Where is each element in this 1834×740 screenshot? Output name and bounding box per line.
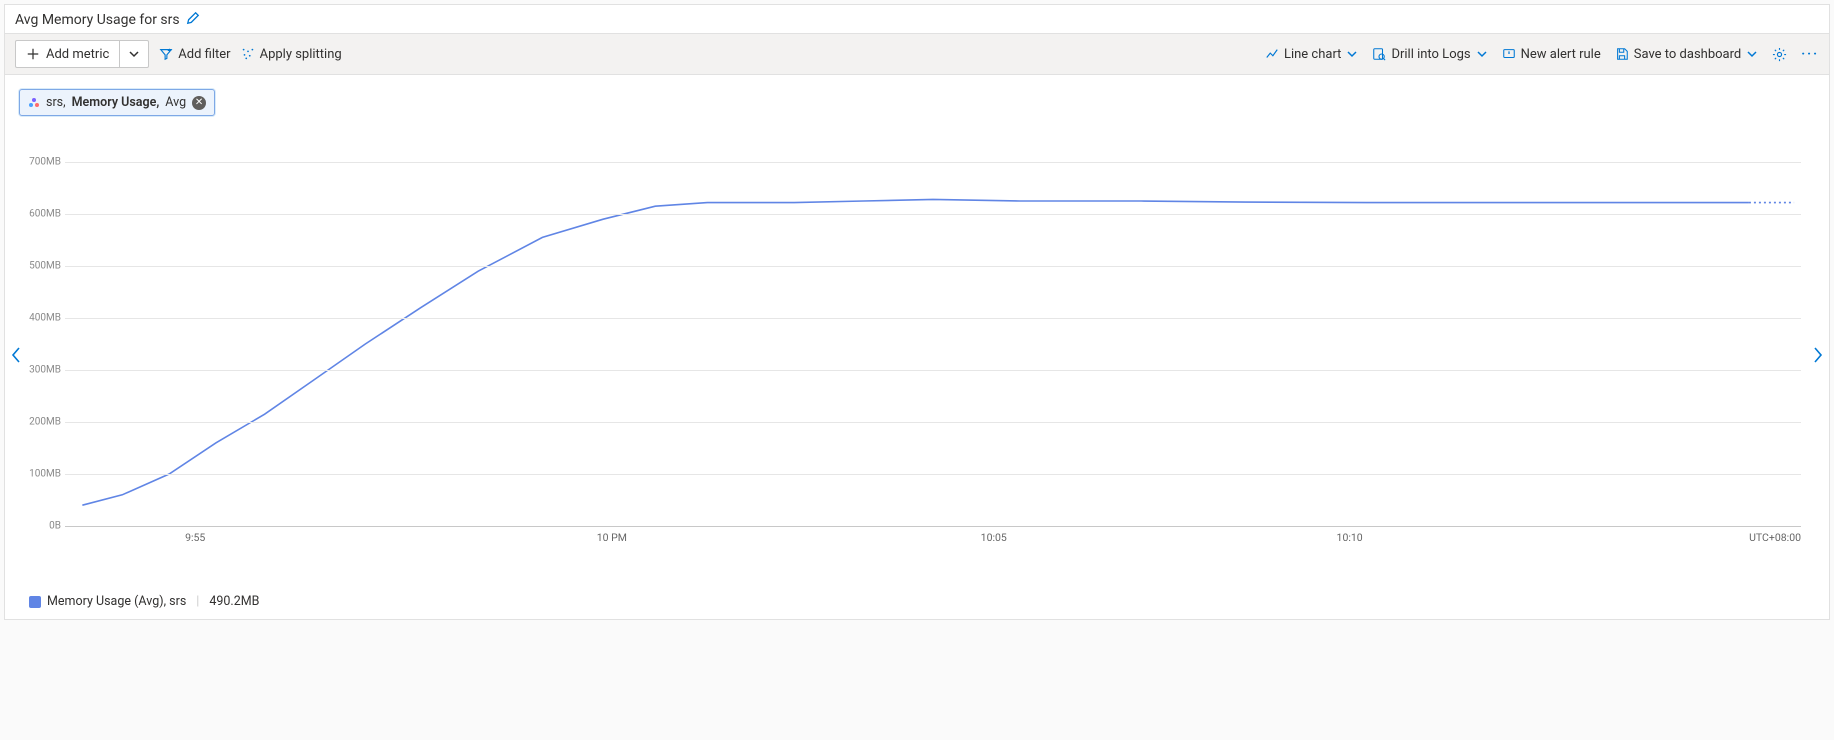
legend-value: 490.2MB	[209, 594, 259, 609]
gridline	[65, 162, 1801, 163]
resource-icon	[28, 97, 40, 109]
metric-pill-row: srs, Memory Usage, Avg ✕	[5, 75, 1829, 116]
gridline	[65, 422, 1801, 423]
gridline	[65, 214, 1801, 215]
scroll-left-button[interactable]	[7, 345, 25, 365]
save-dashboard-dropdown[interactable]: Save to dashboard	[1615, 47, 1758, 62]
y-tick-label: 0B	[25, 521, 61, 532]
pill-metric: Memory Usage,	[72, 95, 160, 110]
remove-pill-icon[interactable]: ✕	[192, 96, 206, 110]
y-tick-label: 200MB	[25, 417, 61, 428]
line-chart-icon	[1265, 47, 1279, 61]
add-filter-label: Add filter	[178, 47, 230, 62]
drill-logs-label: Drill into Logs	[1391, 47, 1470, 62]
pill-resource: srs,	[46, 95, 66, 110]
plot: 0B100MB200MB300MB400MB500MB600MB700MB UT…	[25, 136, 1801, 584]
plus-icon	[26, 47, 40, 61]
apply-splitting-label: Apply splitting	[260, 47, 342, 62]
y-tick-label: 400MB	[25, 313, 61, 324]
logs-icon	[1372, 47, 1386, 61]
save-dashboard-label: Save to dashboard	[1634, 47, 1741, 62]
legend: Memory Usage (Avg), srs | 490.2MB	[5, 594, 1829, 619]
toolbar: Add metric Add filter Apply splitting Li…	[5, 33, 1829, 75]
alert-icon	[1502, 47, 1516, 61]
x-tick-label: 10:10	[1337, 531, 1363, 544]
gridline	[65, 318, 1801, 319]
save-icon	[1615, 47, 1629, 61]
x-tick-label: 10:05	[981, 531, 1007, 544]
grid-area: 0B100MB200MB300MB400MB500MB600MB700MB	[65, 136, 1801, 526]
chart-area: 0B100MB200MB300MB400MB500MB600MB700MB UT…	[5, 116, 1829, 594]
filter-icon	[159, 47, 173, 61]
add-metric-button[interactable]: Add metric	[15, 40, 149, 68]
x-tick-label: 10 PM	[597, 531, 627, 544]
gridline	[65, 370, 1801, 371]
drill-logs-dropdown[interactable]: Drill into Logs	[1372, 47, 1487, 62]
chevron-right-icon	[1812, 345, 1824, 365]
metric-pill[interactable]: srs, Memory Usage, Avg ✕	[19, 89, 215, 116]
gridline	[65, 474, 1801, 475]
x-axis: UTC+08:00 9:55 10 PM 10:05 10:10	[65, 526, 1801, 544]
new-alert-label: New alert rule	[1521, 47, 1601, 62]
chart-title: Avg Memory Usage for srs	[15, 12, 180, 28]
chart-type-label: Line chart	[1284, 47, 1341, 62]
legend-separator: |	[196, 594, 199, 609]
gridline	[65, 266, 1801, 267]
chevron-down-icon	[1476, 48, 1488, 60]
more-button[interactable]: ···	[1801, 47, 1819, 62]
split-icon	[241, 47, 255, 61]
settings-button[interactable]	[1772, 47, 1787, 62]
y-tick-label: 100MB	[25, 469, 61, 480]
x-tick-label: 9:55	[185, 531, 205, 544]
scroll-right-button[interactable]	[1809, 345, 1827, 365]
chevron-down-icon	[1746, 48, 1758, 60]
chevron-down-icon	[1346, 48, 1358, 60]
metrics-panel: Avg Memory Usage for srs Add metric Add …	[4, 4, 1830, 620]
add-metric-chevron[interactable]	[120, 41, 148, 67]
title-row: Avg Memory Usage for srs	[5, 5, 1829, 33]
chevron-left-icon	[10, 345, 22, 365]
y-tick-label: 600MB	[25, 209, 61, 220]
y-tick-label: 300MB	[25, 365, 61, 376]
timezone-label: UTC+08:00	[1749, 531, 1801, 544]
gear-icon	[1772, 47, 1787, 62]
legend-label: Memory Usage (Avg), srs	[47, 594, 186, 609]
legend-swatch	[29, 596, 41, 608]
chart-type-dropdown[interactable]: Line chart	[1265, 47, 1358, 62]
chevron-down-icon	[128, 48, 140, 60]
add-filter-button[interactable]: Add filter	[159, 47, 230, 62]
y-tick-label: 500MB	[25, 260, 61, 271]
add-metric-label: Add metric	[46, 47, 109, 62]
edit-title-icon[interactable]	[186, 11, 200, 29]
y-tick-label: 700MB	[25, 157, 61, 168]
new-alert-button[interactable]: New alert rule	[1502, 47, 1601, 62]
apply-splitting-button[interactable]: Apply splitting	[241, 47, 342, 62]
line-series	[65, 136, 1801, 526]
pill-agg: Avg	[165, 95, 186, 110]
